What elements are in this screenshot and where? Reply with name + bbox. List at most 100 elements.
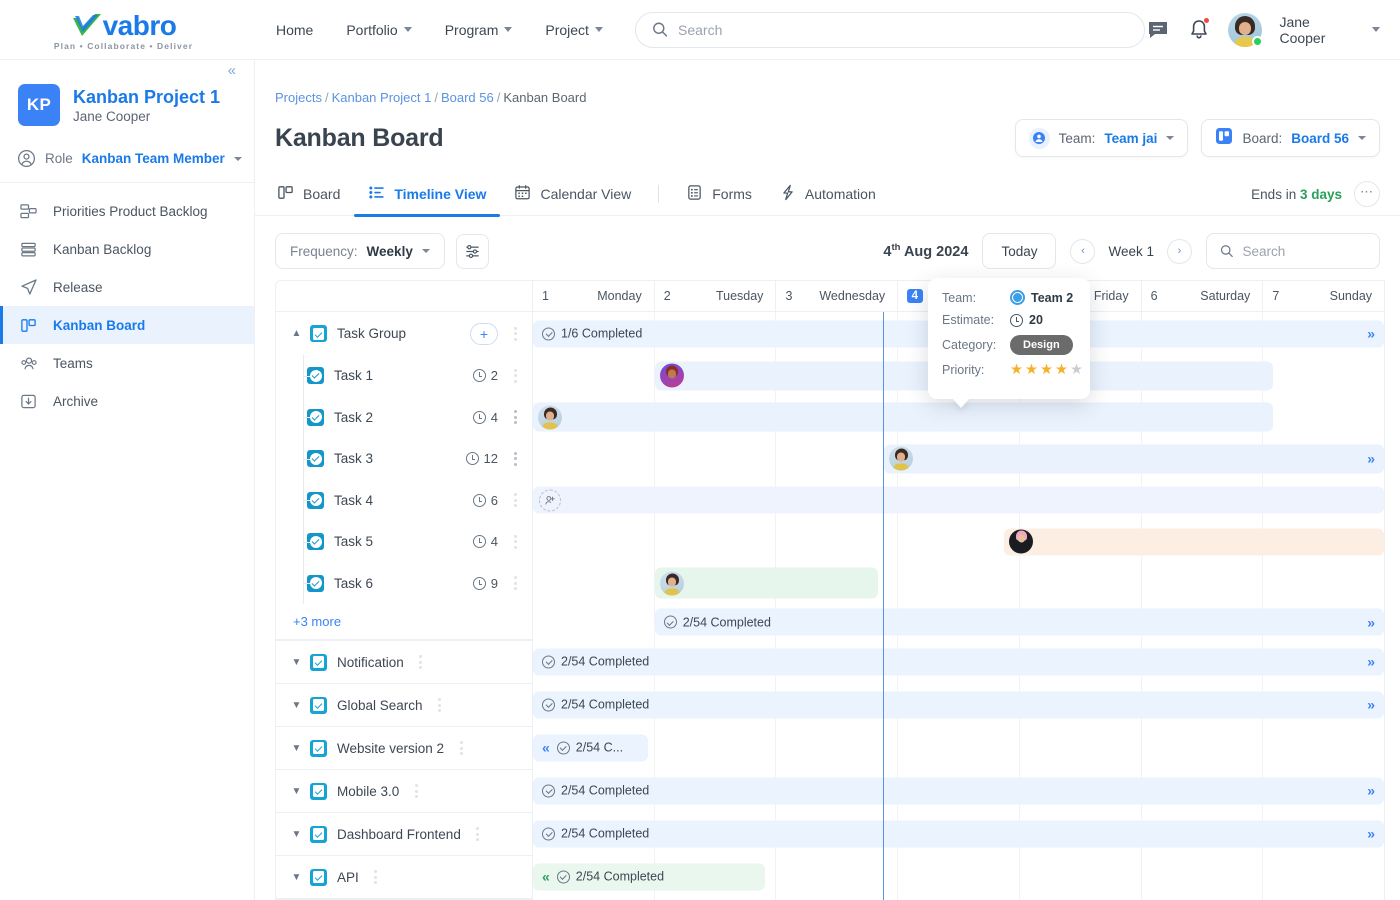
gantt-bar-api[interactable]: « 2/54 Completed	[533, 863, 765, 890]
sidebar-item-release[interactable]: Release	[0, 268, 254, 306]
task-menu[interactable]	[508, 369, 522, 383]
breadcrumb-board-56[interactable]: Board 56	[441, 90, 494, 105]
expand-left-icon[interactable]: «	[542, 869, 550, 885]
tab-automation[interactable]: Automation	[766, 173, 890, 216]
expand-right-icon[interactable]: »	[1367, 614, 1375, 630]
vabro-logo[interactable]: vabro Plan • Collaborate • Deliver	[0, 0, 247, 60]
frequency-selector[interactable]: Frequency: Weekly	[275, 233, 445, 269]
chevron-down-icon[interactable]: ▼	[290, 743, 303, 754]
task-row[interactable]: Task 5 4	[276, 521, 532, 563]
section-menu[interactable]	[454, 741, 468, 755]
gantt-bar-mobile-3-0[interactable]: 2/54 Completed »	[533, 777, 1384, 804]
tab-calendar-view[interactable]: Calendar View	[500, 173, 645, 216]
task-row[interactable]: Task 3 12	[276, 438, 532, 480]
breadcrumb-projects[interactable]: Projects	[275, 90, 322, 105]
expand-right-icon[interactable]: »	[1367, 697, 1375, 713]
task-menu[interactable]	[508, 535, 522, 549]
section-menu[interactable]	[369, 870, 383, 884]
user-avatar[interactable]	[1228, 13, 1262, 47]
timeline-search[interactable]	[1206, 233, 1380, 269]
gantt-bar-task-5[interactable]	[1004, 528, 1384, 555]
global-search-input[interactable]	[678, 22, 1128, 38]
gantt-bar-notification[interactable]: 2/54 Completed »	[533, 648, 1384, 675]
section-row-dashboard-frontend[interactable]: ▼ Dashboard Frontend	[276, 813, 532, 856]
nav-item-program[interactable]: Program	[431, 14, 527, 46]
task-row[interactable]: Task 2 4	[276, 397, 532, 439]
section-menu[interactable]	[433, 698, 447, 712]
expand-right-icon[interactable]: »	[1367, 654, 1375, 670]
sidebar-item-kanban-backlog[interactable]: Kanban Backlog	[0, 230, 254, 268]
tab-board[interactable]: Board	[275, 173, 354, 216]
gantt-bar-task-3[interactable]: »	[884, 444, 1384, 473]
section-row-api[interactable]: ▼ API	[276, 856, 532, 899]
add-assignee-icon[interactable]	[539, 489, 561, 511]
gantt-bar-global-search[interactable]: 2/54 Completed »	[533, 691, 1384, 718]
nav-item-project[interactable]: Project	[531, 14, 617, 46]
gantt-bar-group-footer[interactable]: 2/54 Completed »	[655, 609, 1384, 636]
section-row-notification[interactable]: ▼ Notification	[276, 641, 532, 684]
nav-item-home[interactable]: Home	[262, 14, 327, 46]
section-menu[interactable]	[471, 827, 485, 841]
expand-right-icon[interactable]: »	[1367, 451, 1375, 467]
expand-right-icon[interactable]: »	[1367, 826, 1375, 842]
section-row-global-search[interactable]: ▼ Global Search	[276, 684, 532, 727]
gantt-bar-dashboard-frontend[interactable]: 2/54 Completed »	[533, 820, 1384, 847]
task-menu[interactable]	[508, 493, 522, 507]
messages-icon[interactable]	[1145, 17, 1170, 43]
task-row[interactable]: Task 1 2	[276, 355, 532, 397]
gantt-bar-task-4[interactable]	[533, 487, 1384, 514]
chevron-down-icon[interactable]: ▼	[290, 657, 303, 668]
today-button[interactable]: Today	[982, 233, 1056, 269]
assignee-avatar[interactable]	[538, 405, 562, 429]
expand-right-icon[interactable]: »	[1367, 326, 1375, 342]
add-task-button[interactable]: +	[470, 323, 498, 345]
chevron-down-icon[interactable]: ▼	[290, 829, 303, 840]
section-row-mobile-3-0[interactable]: ▼ Mobile 3.0	[276, 770, 532, 813]
more-options-button[interactable]: ⋯	[1354, 181, 1380, 207]
sidebar-item-teams[interactable]: Teams	[0, 344, 254, 382]
gantt-bar-task-2[interactable]	[533, 403, 1273, 432]
section-menu[interactable]	[414, 655, 428, 669]
chevron-down-icon[interactable]: ▼	[290, 786, 303, 797]
expand-left-icon[interactable]: «	[542, 740, 550, 756]
filter-settings-button[interactable]	[456, 234, 489, 269]
global-search[interactable]	[635, 12, 1146, 48]
task-group-menu[interactable]	[508, 327, 522, 341]
sidebar-item-priorities-product-backlog[interactable]: Priorities Product Backlog	[0, 192, 254, 230]
user-menu-chevron-icon[interactable]	[1372, 27, 1380, 32]
team-selector[interactable]: Team: Team jai	[1015, 119, 1189, 157]
assignee-avatar[interactable]	[660, 364, 684, 388]
task-menu[interactable]	[508, 452, 522, 466]
breadcrumb-kanban-project-1[interactable]: Kanban Project 1	[332, 90, 432, 105]
section-menu[interactable]	[409, 784, 423, 798]
tab-timeline-view[interactable]: Timeline View	[354, 173, 500, 216]
sidebar-item-kanban-board[interactable]: Kanban Board	[0, 306, 254, 344]
task-group-row[interactable]: ▲ Task Group +	[276, 312, 532, 355]
section-row-website-version-2[interactable]: ▼ Website version 2	[276, 727, 532, 770]
collapse-sidebar-button[interactable]: «	[228, 63, 236, 78]
tab-forms[interactable]: Forms	[672, 173, 766, 216]
board-selector[interactable]: Board: Board 56	[1201, 119, 1380, 157]
task-menu[interactable]	[508, 410, 522, 424]
task-row[interactable]: Task 6 9	[276, 563, 532, 605]
gantt-bar-website-version-2[interactable]: « 2/54 C...	[533, 734, 648, 761]
next-week-button[interactable]: ›	[1167, 239, 1192, 264]
chevron-up-icon[interactable]: ▲	[290, 328, 303, 339]
project-header[interactable]: KP Kanban Project 1 Jane Cooper	[0, 60, 254, 144]
sidebar-item-archive[interactable]: Archive	[0, 382, 254, 420]
task-row[interactable]: Task 4 6	[276, 480, 532, 522]
chevron-down-icon[interactable]: ▼	[290, 872, 303, 883]
previous-week-button[interactable]: ‹	[1070, 239, 1095, 264]
chevron-down-icon[interactable]: ▼	[290, 700, 303, 711]
gantt-bar-task-6[interactable]	[655, 568, 878, 599]
expand-right-icon[interactable]: »	[1367, 783, 1375, 799]
notifications-icon[interactable]	[1187, 17, 1212, 43]
show-more-tasks-link[interactable]: +3 more	[276, 604, 532, 640]
timeline-search-input[interactable]	[1243, 244, 1366, 259]
assignee-avatar[interactable]	[1009, 530, 1033, 554]
task-menu[interactable]	[508, 576, 522, 590]
assignee-avatar[interactable]	[889, 447, 913, 471]
nav-item-portfolio[interactable]: Portfolio	[332, 14, 425, 46]
role-selector[interactable]: Role Kanban Team Member	[0, 144, 254, 183]
assignee-avatar[interactable]	[660, 571, 684, 595]
